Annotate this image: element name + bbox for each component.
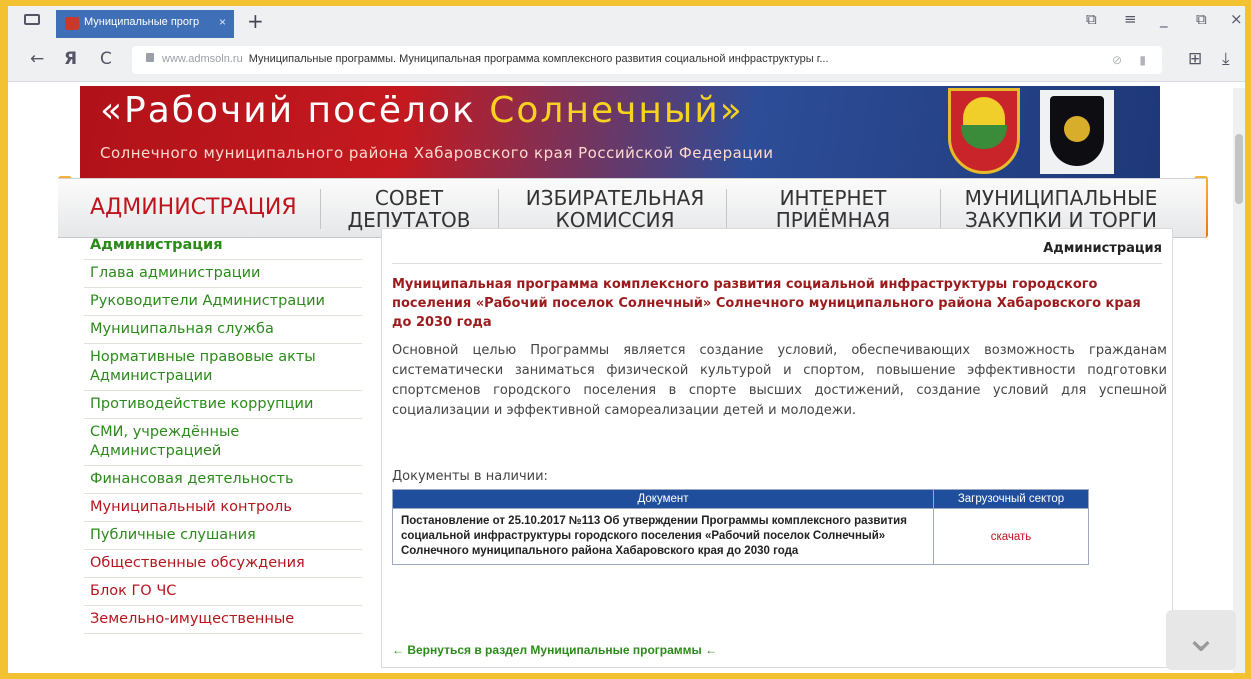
back-link[interactable]: ← Вернуться в раздел Муниципальные прогр…: [392, 643, 717, 657]
web-page: «Рабочий посёлок Солнечный» Солнечного м…: [8, 82, 1245, 673]
nav-council[interactable]: СОВЕТ ДЕПУТАТОВ: [334, 187, 484, 231]
scroll-down-icon[interactable]: ⌄: [1166, 610, 1236, 670]
sidebar-item-municipal-control[interactable]: Муниципальный контроль: [84, 494, 362, 522]
program-description: Основной целью Программы является создан…: [392, 343, 1167, 418]
page-scrollbar[interactable]: [1233, 88, 1245, 673]
sidebar-item-head-of-administration[interactable]: Глава администрации: [84, 260, 362, 288]
new-tab-button[interactable]: +: [247, 9, 264, 33]
yandex-icon[interactable]: Я: [64, 49, 77, 69]
bookmark-icon[interactable]: ▮: [1139, 53, 1146, 67]
sidebar-item-civil-defense[interactable]: Блок ГО ЧС: [84, 578, 362, 606]
sidebar-item-public-discussions[interactable]: Общественные обсуждения: [84, 550, 362, 578]
browser-tab[interactable]: Муниципальные прогр ×: [56, 10, 234, 38]
nav-divider: [726, 189, 727, 229]
documents-label: Документы в наличии:: [392, 469, 548, 484]
sidebar-item-finance[interactable]: Финансовая деятельность: [84, 466, 362, 494]
region-emblem-icon: [1040, 90, 1114, 174]
sidebar-toggle-icon[interactable]: [24, 14, 40, 25]
lock-icon: [146, 53, 154, 62]
menu-icon[interactable]: ≡: [1124, 10, 1137, 28]
browser-tabbar: Муниципальные прогр × + ⧉ ≡ _ ⧉ ×: [0, 0, 1251, 38]
column-header-document: Документ: [392, 489, 934, 509]
document-title: Постановление от 25.10.2017 №113 Об утве…: [392, 508, 934, 565]
site-banner: «Рабочий посёлок Солнечный» Солнечного м…: [80, 86, 1160, 178]
column-header-download: Загрузочный сектор: [933, 489, 1089, 509]
site-title: «Рабочий посёлок Солнечный»: [100, 90, 744, 131]
tab-title: Муниципальные прогр: [84, 16, 200, 28]
main-content: Администрация Муниципальная программа ко…: [381, 228, 1173, 668]
url-field[interactable]: www.admsoln.ru Муниципальные программы. М…: [132, 46, 1162, 74]
scrollbar-thumb[interactable]: [1235, 134, 1243, 204]
page-title: Муниципальная программа комплексного раз…: [392, 277, 1141, 330]
sidebar-item-public-hearings[interactable]: Публичные слушания: [84, 522, 362, 550]
sidebar-item-media[interactable]: СМИ, учреждённые Администрацией: [84, 419, 362, 466]
table-row: Постановление от 25.10.2017 №113 Об утве…: [392, 508, 1089, 565]
district-emblem-icon: [948, 88, 1020, 174]
favicon-icon: [65, 17, 79, 30]
nav-divider: [320, 189, 321, 229]
minimize-icon[interactable]: _: [1160, 10, 1168, 28]
section-title: Администрация: [1043, 241, 1162, 256]
translate-icon[interactable]: ⊞: [1188, 49, 1202, 69]
reader-icon[interactable]: ⊘: [1112, 53, 1122, 67]
sidebar-item-land-property[interactable]: Земельно-имущественные: [84, 606, 362, 634]
sidebar-item-leaders[interactable]: Руководители Администрации: [84, 288, 362, 316]
url-host: www.admsoln.ru: [162, 53, 243, 65]
tabs-overview-icon[interactable]: ⧉: [1086, 10, 1097, 28]
sidebar-menu: Администрация Глава администрации Руково…: [84, 232, 362, 634]
nav-election-commission[interactable]: ИЗБИРАТЕЛЬНАЯ КОМИССИЯ: [520, 187, 710, 231]
tab-close-icon[interactable]: ×: [219, 15, 226, 29]
back-icon[interactable]: ←: [30, 49, 44, 69]
nav-internet-reception[interactable]: ИНТЕРНЕТ ПРИЁМНАЯ: [758, 187, 908, 231]
address-bar-row: ← Я C www.admsoln.ru Муниципальные програ…: [0, 38, 1251, 82]
sidebar-item-normative-acts[interactable]: Нормативные правовые акты Администрации: [84, 344, 362, 391]
nav-divider: [498, 189, 499, 229]
reload-icon[interactable]: C: [100, 49, 112, 69]
nav-procurement[interactable]: МУНИЦИПАЛЬНЫЕ ЗАКУПКИ И ТОРГИ: [954, 187, 1168, 231]
sidebar-item-municipal-service[interactable]: Муниципальная служба: [84, 316, 362, 344]
site-subtitle: Солнечного муниципального района Хабаров…: [100, 144, 774, 162]
nav-administration[interactable]: АДМИНИСТРАЦИЯ: [90, 197, 297, 219]
nav-divider: [940, 189, 941, 229]
close-window-icon[interactable]: ×: [1230, 10, 1243, 28]
sidebar-item-anti-corruption[interactable]: Противодействие коррупции: [84, 391, 362, 419]
download-icon[interactable]: ⤓: [1222, 49, 1230, 69]
documents-table: Документ Загрузочный сектор Постановлени…: [392, 489, 1089, 565]
divider: [392, 263, 1162, 264]
url-path: Муниципальные программы. Муниципальная п…: [248, 53, 829, 65]
download-link[interactable]: скачать: [933, 508, 1089, 565]
restore-icon[interactable]: ⧉: [1196, 10, 1207, 28]
sidebar-item-administration[interactable]: Администрация: [84, 232, 362, 260]
